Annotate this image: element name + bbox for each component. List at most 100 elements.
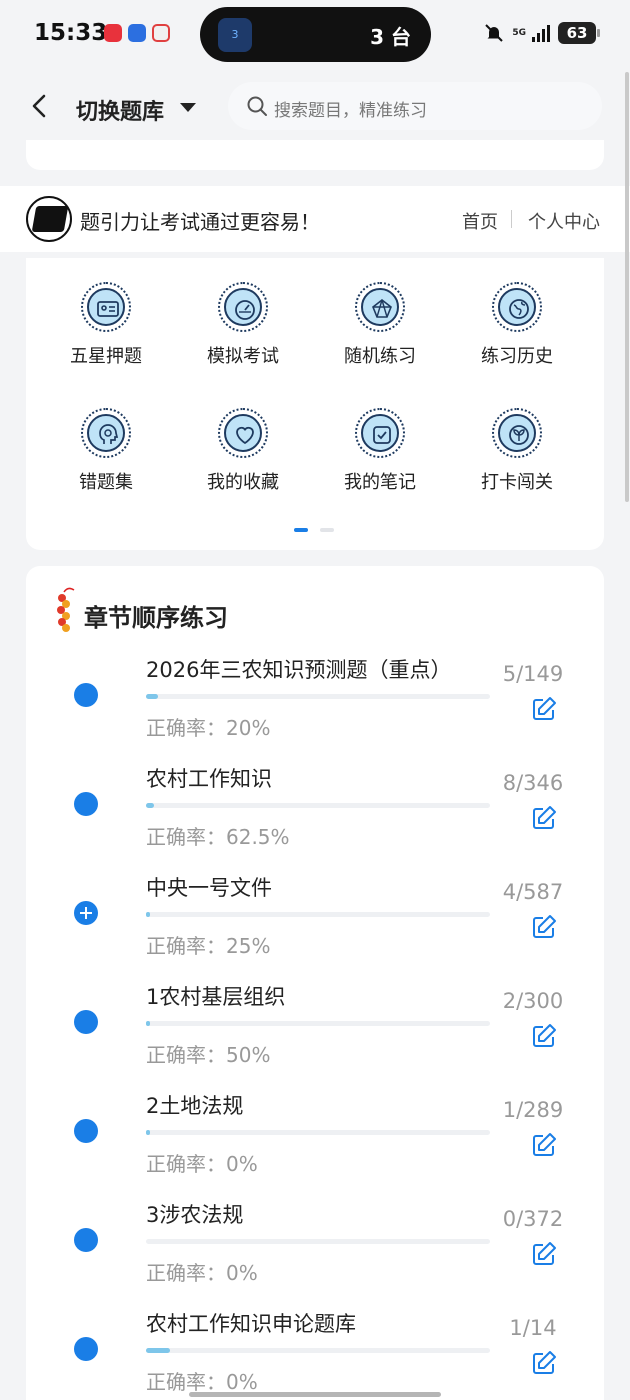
bullet-icon [74, 1337, 98, 1361]
search-input[interactable]: 搜索题目，精准练习 [228, 82, 602, 130]
progress-count: 5/149 [502, 662, 564, 686]
bell-muted-icon [485, 24, 504, 42]
search-icon [247, 96, 267, 116]
slogan: 题引力让考试通过更容易！ [80, 210, 320, 234]
expand-icon[interactable] [74, 901, 98, 925]
progress-fill [146, 694, 158, 699]
divider [511, 210, 512, 228]
scrollbar[interactable] [625, 72, 629, 502]
app-notification-icon [152, 24, 170, 42]
gauge-icon [235, 300, 255, 320]
chapter-name: 3涉农法规 [146, 1203, 244, 1227]
chapter-row[interactable]: 2026年三农知识预测题（重点） 正确率：20% 5/149 [26, 638, 604, 746]
island-text: 3 台 [370, 25, 411, 49]
edit-icon[interactable] [531, 914, 557, 940]
progress-fill [146, 912, 151, 917]
grid-label: 随机练习 [344, 346, 416, 367]
grid-label: 我的笔记 [344, 472, 416, 493]
bullet-icon [74, 792, 98, 816]
grid-label: 练习历史 [481, 346, 553, 367]
accuracy-text: 正确率：0% [146, 1152, 258, 1176]
search-placeholder: 搜索题目，精准练习 [274, 101, 427, 121]
grid-item-five-star[interactable]: 五星押题 [46, 258, 166, 368]
edit-icon[interactable] [531, 1132, 557, 1158]
grid-item-favorites[interactable]: 我的收藏 [183, 384, 303, 494]
nav-profile-link[interactable]: 个人中心 [528, 208, 600, 234]
signal-icon [532, 24, 550, 42]
page-dot [320, 528, 334, 532]
logo [26, 196, 72, 242]
progress-fill [146, 1348, 171, 1353]
app-notification-icon [104, 24, 122, 42]
chapter-row[interactable]: 1农村基层组织 正确率：50% 2/300 [26, 965, 604, 1073]
accuracy-text: 正确率：50% [146, 1043, 271, 1067]
status-indicators: 5G 63 [484, 22, 600, 44]
switch-library-button[interactable]: 切换题库 [76, 94, 164, 126]
chapter-row[interactable]: 中央一号文件 正确率：25% 4/587 [26, 856, 604, 964]
brand-bar: 题引力让考试通过更容易！ 首页 个人中心 [0, 186, 630, 252]
network-icon [372, 298, 392, 318]
chapter-row[interactable]: 2土地法规正确率：0% 1/289 [26, 1074, 604, 1182]
chapter-name: 1农村基层组织 [146, 985, 286, 1009]
card-edge [26, 140, 604, 170]
caret-down-icon[interactable] [180, 103, 196, 112]
edit-icon[interactable] [531, 696, 557, 722]
grid-label: 错题集 [79, 472, 133, 493]
grid-item-history[interactable]: 练习历史 [457, 258, 577, 368]
head-icon [99, 424, 119, 444]
battery-icon: 63 [558, 22, 600, 44]
bullet-icon [74, 683, 98, 707]
edit-icon[interactable] [531, 1241, 557, 1267]
chapter-name: 农村工作知识申论题库 [146, 1312, 356, 1336]
accuracy-text: 正确率：25% [146, 934, 271, 958]
progress-bar [146, 1348, 490, 1353]
progress-count: 0/372 [502, 1207, 564, 1231]
dynamic-island[interactable]: 3 3 台 [200, 7, 431, 62]
progress-bar [146, 1239, 490, 1244]
progress-fill [146, 1130, 151, 1135]
progress-bar [146, 1130, 490, 1135]
progress-fill [146, 803, 154, 808]
accuracy-text: 正确率：0% [146, 1370, 258, 1394]
progress-bar [146, 1021, 490, 1026]
chapter-name: 农村工作知识 [146, 767, 272, 791]
accuracy-text: 正确率：20% [146, 716, 271, 740]
clock: 15:33 [34, 20, 108, 46]
page-indicator [294, 528, 334, 532]
grid-item-mock-exam[interactable]: 模拟考试 [183, 258, 303, 368]
section-title: 章节顺序练习 [84, 604, 228, 632]
grid-label: 我的收藏 [207, 472, 279, 493]
progress-bar [146, 694, 490, 699]
grid-item-notes[interactable]: 我的笔记 [320, 384, 440, 494]
firecracker-icon [57, 587, 75, 632]
top-bar: 切换题库 搜索题目，精准练习 [0, 70, 630, 146]
chapter-name: 2土地法规 [146, 1094, 244, 1118]
edit-icon[interactable] [531, 1350, 557, 1376]
grid-label: 模拟考试 [207, 346, 279, 367]
grid-item-checkin[interactable]: 打卡闯关 [457, 384, 577, 494]
progress-count: 4/587 [502, 880, 564, 904]
progress-bar [146, 912, 490, 917]
chapter-row[interactable]: 农村工作知识 正确率：62.5% 8/346 [26, 747, 604, 855]
chapter-row[interactable]: 3涉农法规 正确率：0% 0/372 [26, 1183, 604, 1291]
nav-home-link[interactable]: 首页 [462, 208, 498, 234]
grid-label: 打卡闯关 [481, 472, 553, 493]
home-indicator[interactable] [189, 1392, 441, 1397]
app-notification-icon [128, 24, 146, 42]
grid-item-wrong-questions[interactable]: 错题集 [46, 384, 166, 494]
edit-icon[interactable] [531, 1023, 557, 1049]
edit-icon[interactable] [531, 805, 557, 831]
globe-icon [509, 299, 529, 319]
bullet-icon [74, 1010, 98, 1034]
broadcast-icon: 3 [218, 18, 252, 52]
note-icon [373, 426, 391, 444]
chapter-row[interactable]: 农村工作知识申论题库 正确率：0% 1/14 [26, 1292, 604, 1400]
grid-item-random-practice[interactable]: 随机练习 [320, 258, 440, 368]
status-bar: 15:33 3 3 台 5G 63 [0, 0, 630, 70]
progress-count: 1/289 [502, 1098, 564, 1122]
back-icon[interactable] [26, 92, 54, 120]
notification-icons [104, 24, 170, 42]
grid-label: 五星押题 [70, 346, 142, 367]
accuracy-text: 正确率：62.5% [146, 825, 290, 849]
progress-count: 8/346 [502, 771, 564, 795]
